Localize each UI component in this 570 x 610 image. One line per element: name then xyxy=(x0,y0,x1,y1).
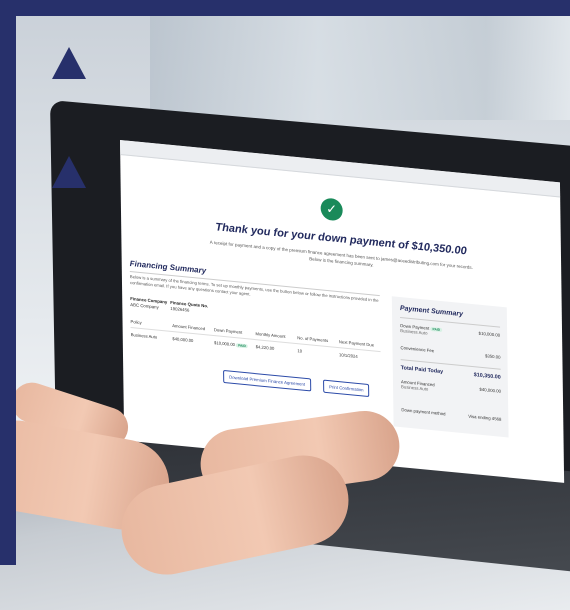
cell-next-due: 10/1/2024 xyxy=(339,352,358,359)
payment-method-line: Down payment method Visa ending 4568 xyxy=(401,407,501,422)
download-agreement-button[interactable]: Download Premium Finance Agreement xyxy=(223,369,312,392)
col-no-payments: No. of Payments xyxy=(297,335,329,344)
paid-badge: PAID xyxy=(236,343,248,349)
convenience-fee-label: Convenience Fee xyxy=(400,345,435,354)
payment-summary-panel: Payment Summary Down Payment PAID Busine… xyxy=(391,296,509,438)
cell-payments: 10 xyxy=(297,348,303,354)
down-payment-value: $10,000.00 xyxy=(214,340,236,348)
photo-background: ✓ Thank you for your down payment of $10… xyxy=(0,0,570,610)
convenience-fee-line: Convenience Fee $350.00 xyxy=(400,345,500,360)
financing-table: Policy Amount Financed Down Payment Mont… xyxy=(130,319,381,361)
payment-method-value: Visa ending 4568 xyxy=(468,413,502,422)
payment-summary-title: Payment Summary xyxy=(399,305,464,319)
col-policy: Policy xyxy=(130,319,142,326)
finance-company: Finance Company ABC Company xyxy=(130,296,167,312)
print-confirmation-button[interactable]: Print Confirmation xyxy=(323,379,370,398)
cell-amount-financed: $40,000.00 xyxy=(172,336,194,344)
col-monthly-amount: Monthly Amount xyxy=(255,331,286,339)
col-next-due: Next Payment Due xyxy=(338,339,375,348)
office-window xyxy=(150,0,570,120)
cell-down-payment: $10,000.00 PAID xyxy=(214,340,256,349)
col-down-payment: Down Payment xyxy=(213,327,243,335)
cell-policy: Business Auto xyxy=(130,332,158,340)
total-paid-label: Total Paid Today xyxy=(400,365,444,376)
col-amount-financed: Amount Financed xyxy=(172,323,206,332)
total-paid-amount: $10,350.00 xyxy=(473,372,501,381)
quote-no-value: 19026456 xyxy=(170,305,190,313)
cell-monthly-amount: $4,220.00 xyxy=(255,344,275,351)
finance-quote: Finance Quote No. 19026456 xyxy=(170,300,208,316)
convenience-fee-amount: $350.00 xyxy=(484,353,501,360)
amount-financed-line: Amount Financed Business Auto $40,000.00 xyxy=(401,379,501,399)
payment-method-label: Down payment method xyxy=(401,407,446,417)
checkmark-icon: ✓ xyxy=(320,197,343,222)
